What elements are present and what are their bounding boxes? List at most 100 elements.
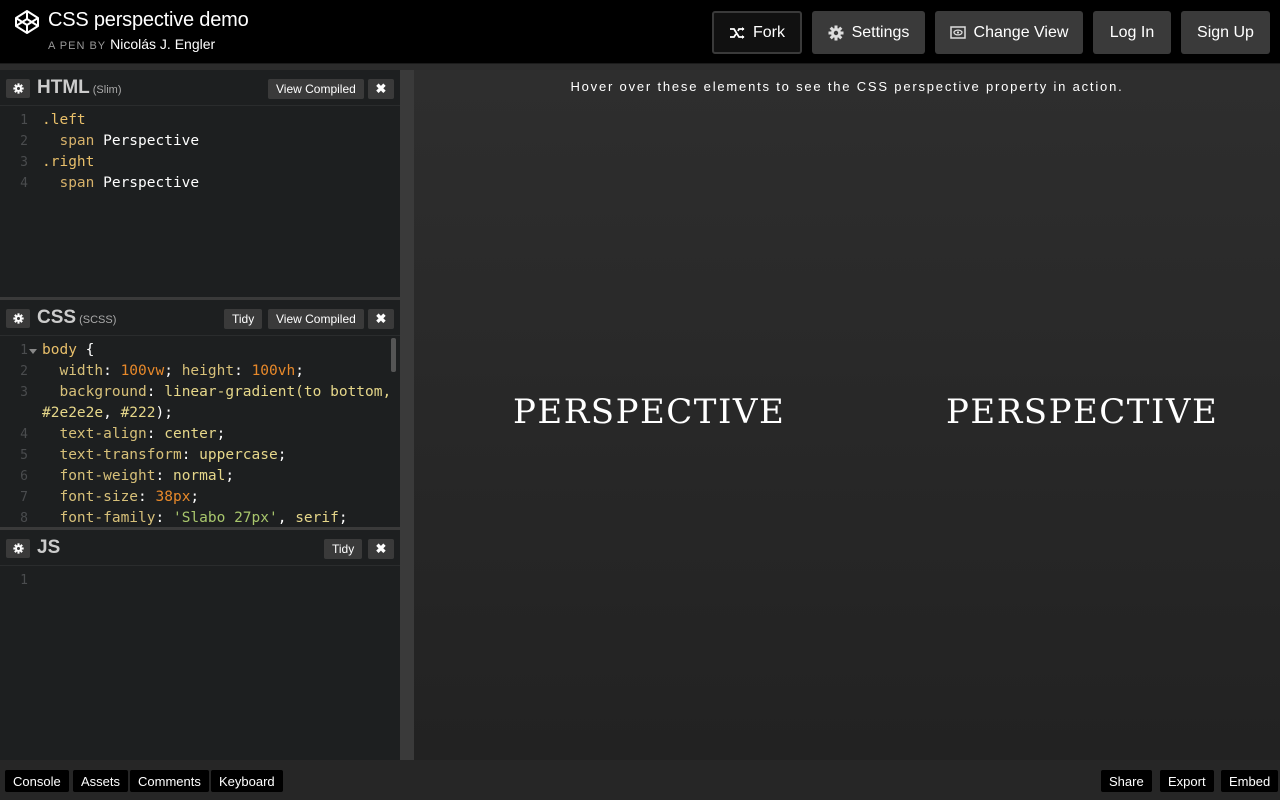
css-settings-button[interactable]: [6, 309, 30, 328]
code-token: :: [146, 384, 165, 400]
code-token: ;: [225, 468, 235, 484]
css-scrollbar[interactable]: [391, 338, 396, 372]
code-token: #222: [120, 405, 156, 421]
code-line: 4 text-align: center;: [0, 424, 400, 445]
gear-icon: [828, 25, 844, 40]
byline-prefix: A PEN BY: [48, 40, 107, 52]
code-line: #2e2e2e, #222);: [0, 403, 400, 424]
css-tidy-button[interactable]: Tidy: [224, 309, 263, 329]
change-view-label: Change View: [973, 23, 1069, 41]
css-code-area[interactable]: 1 body {2 width: 100vw; height: 100vh; 3 b…: [0, 340, 400, 529]
code-token: );: [155, 405, 173, 421]
code-text: .right: [42, 152, 94, 173]
close-icon: ✖: [375, 81, 387, 96]
perspective-right[interactable]: PERSPECTIVE: [946, 392, 1218, 432]
code-token: span: [42, 133, 104, 149]
line-number: 1: [20, 343, 28, 358]
html-close-button[interactable]: ✖: [368, 79, 394, 99]
code-text: #2e2e2e, #222);: [42, 403, 173, 424]
login-button[interactable]: Log In: [1093, 11, 1171, 54]
code-token: Perspective: [103, 175, 200, 191]
settings-button[interactable]: Settings: [812, 11, 925, 54]
gear-icon: [12, 313, 24, 324]
code-token: :: [146, 426, 165, 442]
line-number: 1: [20, 573, 28, 588]
code-token: background: [42, 384, 147, 400]
code-token: ;: [190, 489, 200, 505]
code-text: span Perspective: [42, 173, 199, 194]
code-line: 2 width: 100vw; height: 100vh;: [0, 361, 400, 382]
code-token: Perspective: [103, 133, 200, 149]
css-editor: CSS (SCSS) Tidy View Compiled ✖ 1 body {2 …: [0, 300, 400, 530]
byline: A PEN BY Nicolás J. Engler: [48, 36, 215, 52]
keyboard-button[interactable]: Keyboard: [211, 770, 283, 792]
code-token: 38px: [155, 489, 191, 505]
fold-arrow-icon[interactable]: [29, 349, 37, 354]
gear-icon: [12, 83, 24, 94]
js-tidy-button[interactable]: Tidy: [324, 539, 363, 559]
code-text: text-align: center;: [42, 424, 225, 445]
css-view-compiled-button[interactable]: View Compiled: [268, 309, 364, 329]
author-link[interactable]: Nicolás J. Engler: [110, 36, 215, 52]
code-token: font-size: [42, 489, 139, 505]
code-text: body {: [42, 340, 94, 361]
js-settings-button[interactable]: [6, 539, 30, 558]
js-code-area[interactable]: 1: [0, 570, 400, 591]
js-editor: JS Tidy ✖ 1: [0, 530, 400, 760]
share-button[interactable]: Share: [1101, 770, 1152, 792]
code-token: text-align: [42, 426, 147, 442]
fork-button[interactable]: Fork: [712, 11, 802, 54]
code-token: :: [234, 363, 252, 379]
header: CSS perspective demo A PEN BY Nicolás J. …: [0, 0, 1280, 64]
code-token: center: [164, 426, 217, 442]
code-text: .left: [42, 110, 86, 131]
line-number: 5: [20, 448, 28, 463]
code-token: :: [103, 363, 121, 379]
perspective-left[interactable]: PERSPECTIVE: [513, 392, 785, 432]
signup-button[interactable]: Sign Up: [1181, 11, 1270, 54]
code-line: 2 span Perspective: [0, 131, 400, 152]
code-line: 1 body {: [0, 340, 400, 361]
code-token: 100vw: [120, 363, 165, 379]
line-number: 2: [20, 134, 28, 149]
line-number: 3: [20, 385, 28, 400]
css-editor-title: CSS (SCSS): [37, 307, 116, 329]
code-token: font-family: [42, 510, 156, 526]
comments-button[interactable]: Comments: [130, 770, 209, 792]
line-number: 3: [20, 155, 28, 170]
console-button[interactable]: Console: [5, 770, 69, 792]
css-close-button[interactable]: ✖: [368, 309, 394, 329]
footer: Console Assets Comments Keyboard Share E…: [0, 760, 1280, 800]
code-token: font-weight: [42, 468, 156, 484]
assets-button[interactable]: Assets: [73, 770, 129, 792]
html-code-area[interactable]: 1 .left 2 span Perspective 3 .right 4 span Pe…: [0, 110, 400, 194]
code-line: 8 font-family: 'Slabo 27px', serif;: [0, 508, 400, 529]
code-token: uppercase: [199, 447, 278, 463]
export-button[interactable]: Export: [1160, 770, 1214, 792]
code-token: :: [155, 468, 173, 484]
code-text: span Perspective: [42, 131, 199, 152]
line-number: 4: [20, 176, 28, 191]
preview-pane: Hover over these elements to see the CSS…: [414, 70, 1280, 760]
embed-button[interactable]: Embed: [1221, 770, 1279, 792]
code-token: body: [42, 342, 86, 358]
change-view-button[interactable]: Change View: [935, 11, 1083, 54]
code-token: span: [42, 175, 104, 191]
code-token: normal: [172, 468, 226, 484]
html-editor-name: HTML: [37, 77, 90, 98]
code-token: ;: [216, 426, 226, 442]
code-token: height: [181, 363, 235, 379]
codepen-logo-icon[interactable]: [14, 9, 40, 35]
code-line: 3 background: linear-gradient(to bottom,: [0, 382, 400, 403]
html-view-compiled-button[interactable]: View Compiled: [268, 79, 364, 99]
line-number: 8: [20, 511, 28, 526]
html-settings-button[interactable]: [6, 79, 30, 98]
js-close-button[interactable]: ✖: [368, 539, 394, 559]
editor-resize-handle[interactable]: [400, 70, 414, 760]
code-text: font-weight: normal;: [42, 466, 234, 487]
code-text: font-family: 'Slabo 27px', serif;: [42, 508, 347, 529]
line-number: 1: [20, 113, 28, 128]
code-token: {: [85, 342, 95, 358]
code-line: 6 font-weight: normal;: [0, 466, 400, 487]
js-editor-header: JS Tidy ✖: [0, 530, 400, 566]
